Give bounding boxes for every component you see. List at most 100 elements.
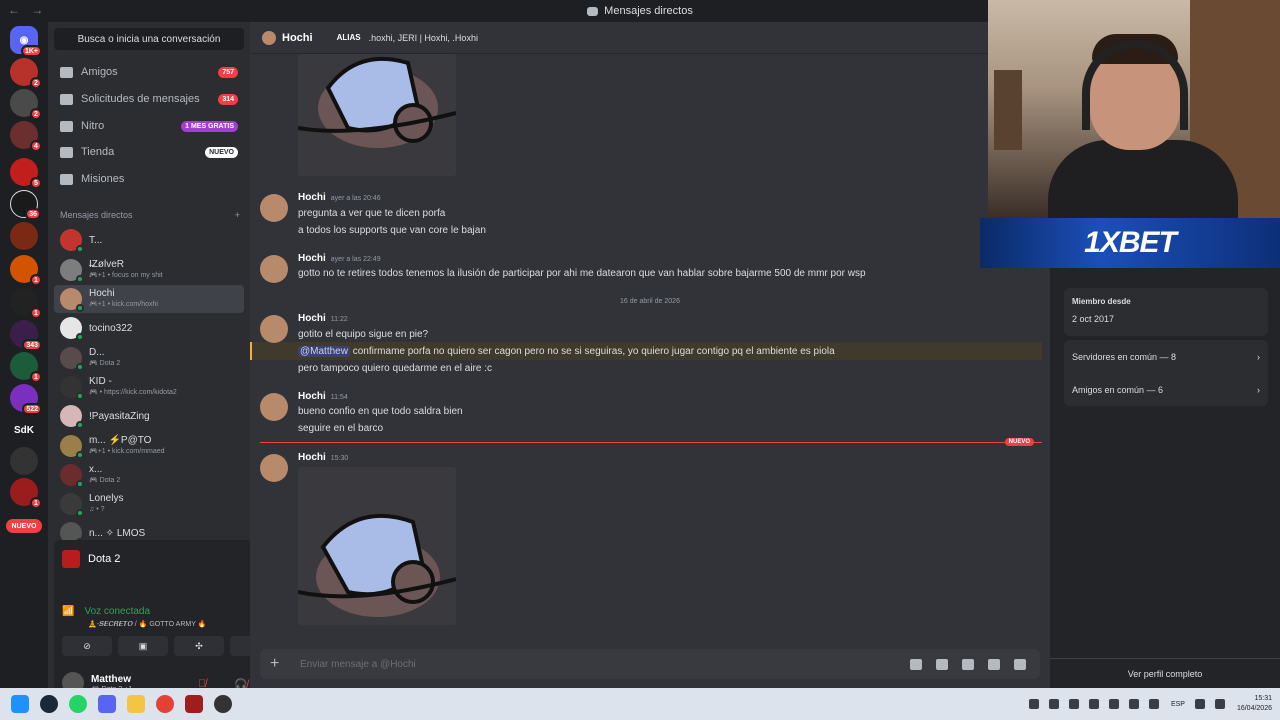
server-icon[interactable]: 2 xyxy=(10,58,42,89)
server-icon[interactable] xyxy=(10,447,38,475)
dm-name: KID - xyxy=(89,376,112,387)
tray-app-icon[interactable] xyxy=(1068,699,1079,709)
mutual-friends-row[interactable]: Amigos en común — 6 › xyxy=(1064,373,1268,406)
dm-item[interactable]: !PayasitaZing xyxy=(54,402,244,430)
chat-header: Hochi ALIAS .hoxhi, JERI | Hoxhi, .Hoxhi… xyxy=(250,22,1050,54)
message-author[interactable]: Hochi xyxy=(298,391,326,402)
apps-icon[interactable] xyxy=(1014,658,1026,670)
language-indicator[interactable]: ESP xyxy=(1171,701,1185,708)
server-icon[interactable]: 1 xyxy=(10,255,42,286)
avatar[interactable] xyxy=(260,194,288,222)
new-messages-tag: NUEVO xyxy=(1004,438,1034,446)
message-author[interactable]: Hochi xyxy=(298,253,326,264)
search-conversation-button[interactable]: Busca o inicia una conversación xyxy=(54,28,244,50)
avatar[interactable] xyxy=(260,454,288,482)
status-indicator xyxy=(76,245,84,253)
dm-item[interactable]: tocino322 xyxy=(54,314,244,342)
create-dm-button[interactable]: + xyxy=(235,210,240,220)
new-servers-pill[interactable]: NUEVO xyxy=(6,519,42,533)
dota2-taskbar-icon[interactable] xyxy=(185,695,203,713)
server-icon[interactable]: 36 xyxy=(10,190,41,220)
home-dm-button[interactable]: ◉ 1K+ xyxy=(10,26,42,57)
server-sdk[interactable]: SdK xyxy=(10,416,38,444)
message-author[interactable]: Hochi xyxy=(298,452,326,463)
username: Matthew xyxy=(91,673,131,685)
nav-message-requests[interactable]: Solicitudes de mensajes 314 xyxy=(54,87,244,111)
avatar[interactable] xyxy=(260,393,288,421)
mutual-servers-row[interactable]: Servidores en común — 8 › xyxy=(1064,340,1268,373)
recipient-name[interactable]: Hochi xyxy=(282,32,313,44)
steam-icon[interactable] xyxy=(40,695,58,713)
server-icon[interactable]: 1 xyxy=(10,288,42,319)
voice-status[interactable]: 📶 Voz conectada xyxy=(62,606,150,617)
user-mention[interactable]: @Matthew xyxy=(298,346,350,357)
sticker-image[interactable] xyxy=(298,467,456,625)
server-icon[interactable] xyxy=(10,222,38,250)
gift-icon[interactable] xyxy=(910,658,922,670)
dm-sidebar: Busca o inicia una conversación Amigos 75… xyxy=(48,22,292,710)
discord-tray-icon[interactable] xyxy=(1108,699,1119,709)
file-explorer-icon[interactable] xyxy=(127,695,145,713)
envelope-icon xyxy=(60,93,73,105)
activities-button[interactable]: ✣ xyxy=(174,636,224,656)
server-icon[interactable]: 1 xyxy=(10,478,42,509)
chrome-icon[interactable] xyxy=(156,695,174,713)
badge: 1K+ xyxy=(20,45,42,57)
window-title: Mensajes directos xyxy=(604,5,693,17)
message-author[interactable]: Hochi xyxy=(298,192,326,203)
server-icon[interactable]: 1 xyxy=(10,352,42,383)
nav-nitro[interactable]: Nitro 1 MES GRATIS xyxy=(54,114,244,138)
server-icon[interactable]: 2 xyxy=(10,89,42,120)
dm-item[interactable]: Hochi 🎮+1 • kick.com/hoxhi xyxy=(54,285,244,313)
obs-icon[interactable] xyxy=(214,695,232,713)
dm-name: T... xyxy=(89,234,103,246)
whatsapp-icon[interactable] xyxy=(69,695,87,713)
sticker-icon[interactable] xyxy=(962,658,974,670)
attach-plus-icon[interactable]: + xyxy=(270,655,294,673)
clock[interactable]: 15:31 16/04/2026 xyxy=(1237,694,1272,714)
dm-item[interactable]: D... 🎮 Dota 2 xyxy=(54,344,244,372)
dm-item[interactable]: I̶ZølveR 🎮+1 • focus on my shit xyxy=(54,256,244,284)
server-icon[interactable]: 522 xyxy=(10,384,42,415)
dm-item[interactable]: Lonelys ♫ • ? xyxy=(54,490,244,518)
screenshare-button[interactable]: ▣ xyxy=(118,636,168,656)
dm-item[interactable]: T... xyxy=(54,226,244,254)
discord-taskbar-icon[interactable] xyxy=(98,695,116,713)
mutual-servers-label: Servidores en común — 8 xyxy=(1072,351,1177,362)
voice-channel[interactable]: 🧘-𝑺𝑬𝑪𝑹𝑬𝑻𝑶 / 🔥 GOTTO ARMY 🔥 xyxy=(88,620,206,629)
emoji-icon[interactable] xyxy=(988,658,1000,670)
message-text: gotito el equipo sigue en pie? xyxy=(298,329,429,340)
nav-arrows[interactable]: ← → xyxy=(8,3,47,17)
volume-icon[interactable] xyxy=(1214,699,1225,709)
message-time: 15:30 xyxy=(330,455,349,462)
microphone-icon[interactable] xyxy=(1148,699,1159,709)
nav-shop[interactable]: Tienda NUEVO xyxy=(54,140,244,164)
avatar[interactable] xyxy=(260,315,288,343)
sticker-image[interactable] xyxy=(298,54,456,176)
windows-start-icon[interactable] xyxy=(11,695,29,713)
badge: 343 xyxy=(22,339,42,351)
chevron-up-icon[interactable] xyxy=(1028,699,1039,709)
tray-app-icon[interactable] xyxy=(1048,699,1059,709)
badge: 36 xyxy=(25,208,41,220)
view-full-profile-button[interactable]: Ver perfil completo xyxy=(1050,658,1280,688)
server-icon[interactable]: 343 xyxy=(10,320,42,351)
dm-item[interactable]: m... ⚡P@TO 🎮+1 • kick.com/mmaed xyxy=(54,432,244,460)
message-input[interactable] xyxy=(300,658,910,670)
dm-item[interactable]: x... 🎮 Dota 2 xyxy=(54,461,244,489)
steam-tray-icon[interactable] xyxy=(1088,699,1099,709)
gif-icon[interactable] xyxy=(936,658,948,670)
avatar[interactable] xyxy=(260,255,288,283)
server-icon[interactable]: 5 xyxy=(10,158,42,189)
server-icon[interactable]: 4 xyxy=(10,121,42,152)
network-icon[interactable] xyxy=(1194,699,1205,709)
camera-button[interactable]: ⊘ xyxy=(62,636,112,656)
dm-item[interactable]: KID - 🎮 • https://kick.com/kidota2 xyxy=(54,373,244,401)
nav-quests[interactable]: Misiones xyxy=(54,167,244,191)
nav-friends[interactable]: Amigos 757 xyxy=(54,60,244,84)
bluetooth-icon[interactable] xyxy=(1128,699,1139,709)
chevron-right-icon: › xyxy=(1257,384,1260,395)
status-indicator xyxy=(76,451,84,459)
dota2-icon xyxy=(62,550,80,568)
message-author[interactable]: Hochi xyxy=(298,313,326,324)
